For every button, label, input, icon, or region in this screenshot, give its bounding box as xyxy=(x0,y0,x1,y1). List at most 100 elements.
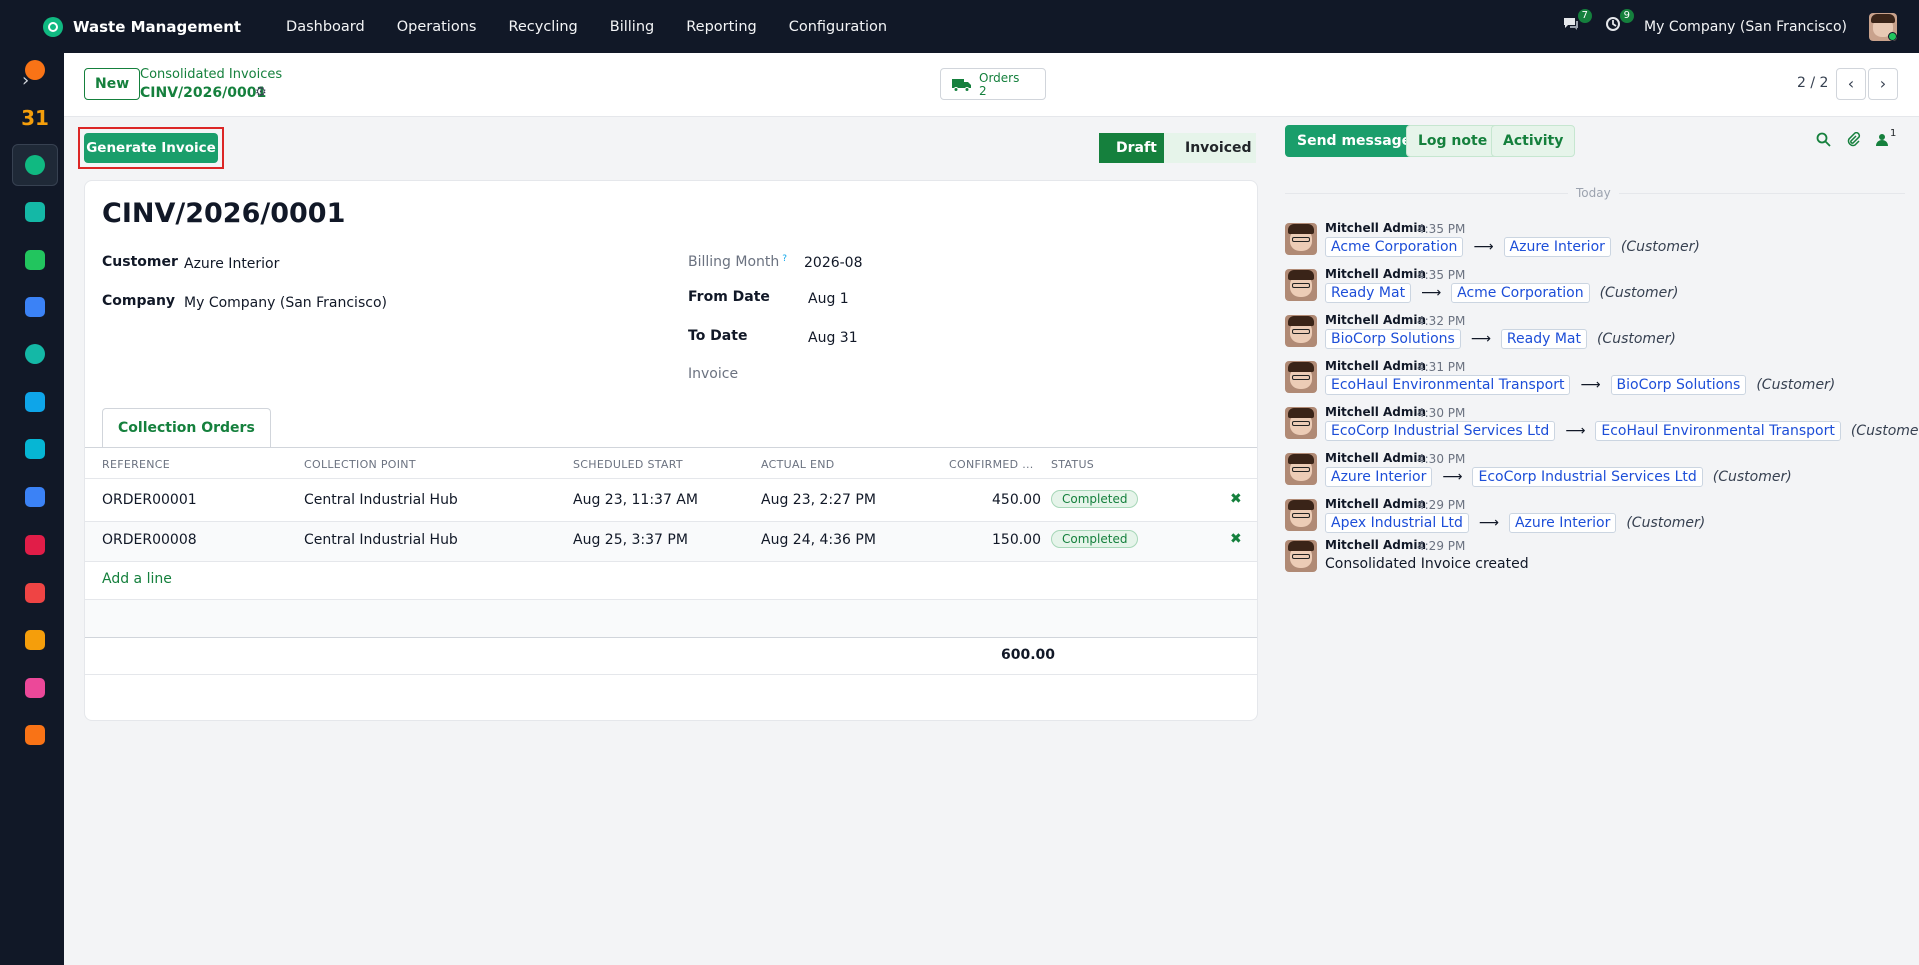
user-avatar[interactable] xyxy=(1869,12,1897,41)
pager-previous-icon[interactable]: ‹ xyxy=(1836,68,1866,100)
sidebar-item-discuss[interactable] xyxy=(12,49,58,91)
message-time: 4:30 PM xyxy=(1417,406,1466,420)
tab-collection-orders[interactable]: Collection Orders xyxy=(102,408,271,448)
menu-dashboard[interactable]: Dashboard xyxy=(286,19,365,35)
search-icon[interactable] xyxy=(1816,132,1831,151)
sidebar-item-project[interactable] xyxy=(12,476,58,518)
orders-smart-button[interactable]: Orders 2 xyxy=(940,68,1046,100)
pager-next-icon[interactable]: › xyxy=(1868,68,1898,100)
to-date-field[interactable]: Aug 31 xyxy=(808,330,858,346)
sidebar-item-fleet[interactable] xyxy=(12,572,58,614)
from-date-field[interactable]: Aug 1 xyxy=(808,291,849,307)
author-avatar[interactable] xyxy=(1285,540,1317,572)
author-avatar[interactable] xyxy=(1285,223,1317,255)
message-item: Mitchell Admin 4:29 PM Apex Industrial Ltd… xyxy=(1285,497,1915,541)
message-author[interactable]: Mitchell Admin xyxy=(1325,497,1426,511)
menu-recycling[interactable]: Recycling xyxy=(508,19,577,35)
cell-scheduled-start: Aug 23, 11:37 AM xyxy=(573,492,698,508)
author-avatar[interactable] xyxy=(1285,407,1317,439)
status-invoiced[interactable]: Invoiced xyxy=(1164,133,1256,163)
message-time: 4:30 PM xyxy=(1417,452,1466,466)
app-logo-icon[interactable] xyxy=(43,16,63,37)
tracking-change: Apex Industrial Ltd ⟶ Azure Interior (Custo… xyxy=(1325,513,1705,533)
status-badge: Completed xyxy=(1051,530,1139,548)
app-name[interactable]: Waste Management xyxy=(73,18,241,36)
log-note-button[interactable]: Log note xyxy=(1406,125,1500,157)
message-item: Mitchell Admin 4:35 PM Ready Mat ⟶ Acme Corp… xyxy=(1285,267,1915,311)
old-value: Acme Corporation xyxy=(1325,237,1464,257)
author-avatar[interactable] xyxy=(1285,315,1317,347)
sidebar-item-invoicing[interactable] xyxy=(12,381,58,423)
menu-operations[interactable]: Operations xyxy=(397,19,477,35)
add-line-link[interactable]: Add a line xyxy=(102,571,172,587)
activity-clock-icon[interactable]: 9 xyxy=(1602,8,1635,38)
sidebar-item-website[interactable] xyxy=(12,428,58,470)
invoice-label: Invoice xyxy=(688,366,739,382)
message-item: Mitchell Admin 4:32 PM BioCorp Solutions ⟶ R… xyxy=(1285,313,1915,357)
sidebar-item-contacts[interactable] xyxy=(12,191,58,233)
sidebar-item-waste-management[interactable] xyxy=(12,144,58,186)
pos-icon xyxy=(25,678,45,698)
gear-icon[interactable]: ⚙ xyxy=(255,85,267,100)
menu-reporting[interactable]: Reporting xyxy=(686,19,757,35)
author-avatar[interactable] xyxy=(1285,499,1317,531)
message-body: Consolidated Invoice created xyxy=(1325,556,1529,572)
breadcrumb-parent[interactable]: Consolidated Invoices xyxy=(140,67,282,82)
sidebar-item-inventory[interactable] xyxy=(12,524,58,566)
footer-divider xyxy=(85,637,1257,638)
delete-row-icon[interactable]: ✖ xyxy=(1230,491,1242,507)
sidebar-item-sales[interactable] xyxy=(12,619,58,661)
sidebar-item-crm[interactable] xyxy=(12,239,58,281)
apps-icon xyxy=(25,725,45,745)
message-author[interactable]: Mitchell Admin xyxy=(1325,221,1426,235)
author-avatar[interactable] xyxy=(1285,453,1317,485)
message-author[interactable]: Mitchell Admin xyxy=(1325,267,1426,281)
col-scheduled-start[interactable]: SCHEDULED START xyxy=(573,458,683,471)
help-icon[interactable]: ? xyxy=(782,254,787,264)
messages-icon[interactable]: 7 xyxy=(1560,8,1593,38)
website-icon xyxy=(25,439,45,459)
old-value: Apex Industrial Ltd xyxy=(1325,513,1469,533)
menu-configuration[interactable]: Configuration xyxy=(789,19,887,35)
sidebar-item-calendar[interactable]: 31 xyxy=(12,97,58,139)
send-message-button[interactable]: Send message xyxy=(1285,125,1424,157)
table-divider xyxy=(85,478,1257,479)
cell-actual-end: Aug 24, 4:36 PM xyxy=(761,532,876,548)
activity-button[interactable]: Activity xyxy=(1491,125,1576,157)
author-avatar[interactable] xyxy=(1285,269,1317,301)
message-author[interactable]: Mitchell Admin xyxy=(1325,538,1426,552)
messages-badge: 7 xyxy=(1577,8,1593,23)
message-author[interactable]: Mitchell Admin xyxy=(1325,359,1426,373)
col-status[interactable]: STATUS xyxy=(1051,458,1094,471)
old-value: EcoHaul Environmental Transport xyxy=(1325,375,1571,395)
sidebar-item-dashboards[interactable] xyxy=(12,286,58,328)
col-collection-point[interactable]: COLLECTION POINT xyxy=(304,458,416,471)
message-author[interactable]: Mitchell Admin xyxy=(1325,313,1426,327)
cell-confirmed: 150.00 xyxy=(992,532,1041,548)
delete-row-icon[interactable]: ✖ xyxy=(1230,531,1242,547)
col-reference[interactable]: REFERENCE xyxy=(102,458,170,471)
sidebar-item-pos[interactable] xyxy=(12,667,58,709)
arrow-right-icon: ⟶ xyxy=(1421,285,1442,301)
menu-billing[interactable]: Billing xyxy=(610,19,654,35)
new-button[interactable]: New xyxy=(84,68,141,100)
tracking-change: Acme Corporation ⟶ Azure Interior (Customer… xyxy=(1325,237,1700,257)
sidebar-item-accounting[interactable] xyxy=(12,333,58,375)
company-switcher[interactable]: My Company (San Francisco) xyxy=(1644,19,1847,35)
sidebar-item-apps[interactable] xyxy=(12,714,58,756)
company-field[interactable]: My Company (San Francisco) xyxy=(184,295,387,311)
col-confirmed[interactable]: CONFIRMED ... xyxy=(949,458,1034,471)
paperclip-icon[interactable] xyxy=(1846,131,1861,151)
field-name: (Customer) xyxy=(1599,285,1679,301)
contacts-icon xyxy=(25,202,45,222)
arrow-right-icon: ⟶ xyxy=(1473,239,1494,255)
main-menu: Dashboard Operations Recycling Billing R… xyxy=(286,19,919,35)
author-avatar[interactable] xyxy=(1285,361,1317,393)
customer-field[interactable]: Azure Interior xyxy=(184,256,279,272)
project-icon xyxy=(25,487,45,507)
message-author[interactable]: Mitchell Admin xyxy=(1325,451,1426,465)
pager-value[interactable]: 2 / 2 xyxy=(1797,75,1828,91)
col-actual-end[interactable]: ACTUAL END xyxy=(761,458,835,471)
followers-icon[interactable]: 1 xyxy=(1876,128,1896,150)
message-author[interactable]: Mitchell Admin xyxy=(1325,405,1426,419)
